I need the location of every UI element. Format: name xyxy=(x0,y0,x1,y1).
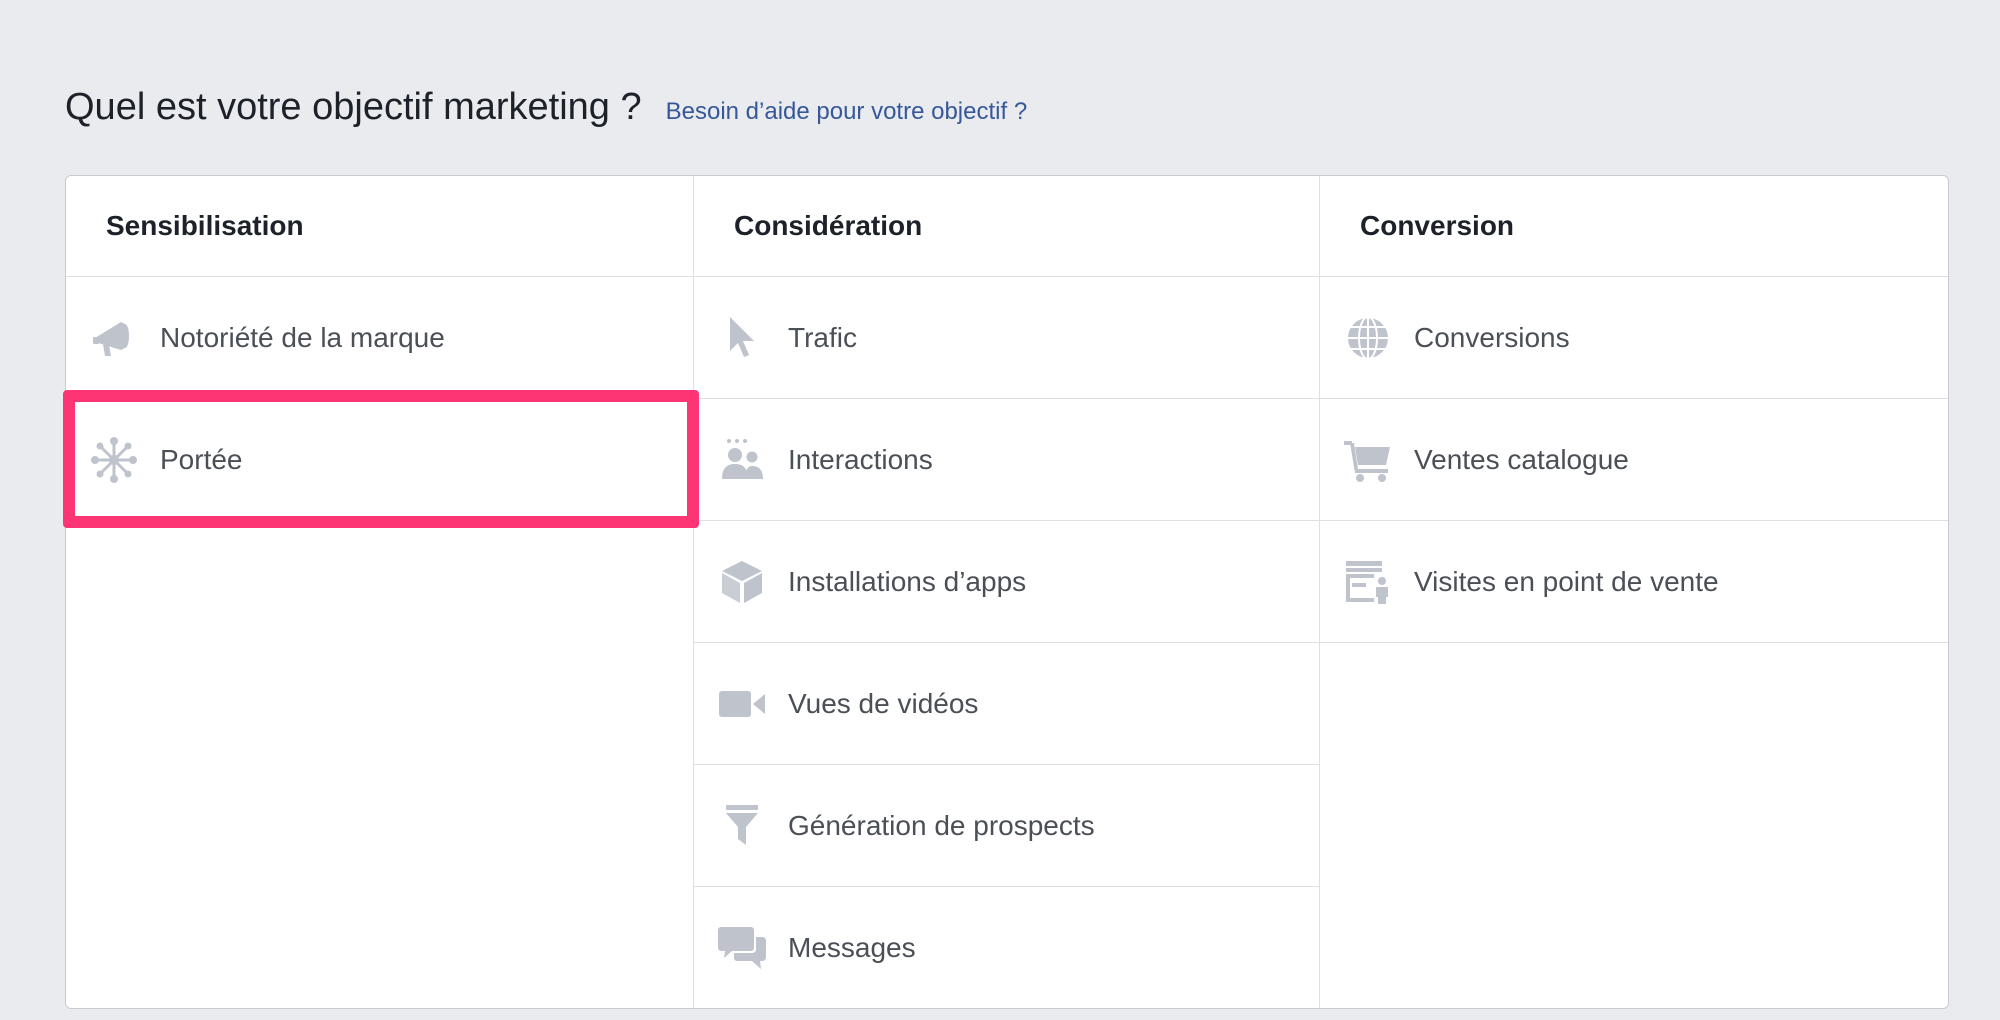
help-link[interactable]: Besoin d’aide pour votre objectif ? xyxy=(666,98,1028,126)
objective-conversions[interactable]: Conversions xyxy=(1320,277,1948,399)
store-icon xyxy=(1344,558,1392,606)
objective-messages[interactable]: Messages xyxy=(694,887,1319,1008)
people-icon xyxy=(718,436,766,484)
column-consideration: Considération Trafic Interactions Instal… xyxy=(694,176,1320,1008)
page: Quel est votre objectif marketing ? Beso… xyxy=(0,0,2000,1020)
objective-label: Conversions xyxy=(1414,321,1570,353)
objective-installations-apps[interactable]: Installations d’apps xyxy=(694,521,1319,643)
column-heading: Conversion xyxy=(1320,176,1948,277)
objective-label: Installations d’apps xyxy=(788,565,1027,597)
objectives-panel: Sensibilisation Notoriété de la marque P… xyxy=(65,175,1949,1009)
chat-bubbles-icon xyxy=(718,924,766,972)
header: Quel est votre objectif marketing ? Beso… xyxy=(65,86,1027,129)
funnel-icon xyxy=(718,802,766,850)
objective-interactions[interactable]: Interactions xyxy=(694,399,1319,521)
cube-icon xyxy=(718,558,766,606)
objective-notoriete[interactable]: Notoriété de la marque xyxy=(66,277,693,399)
objective-label: Génération de prospects xyxy=(788,809,1095,841)
column-conversion: Conversion Conversions Ventes catalogue … xyxy=(1320,176,1948,1008)
objective-label: Notoriété de la marque xyxy=(160,321,445,353)
video-camera-icon xyxy=(718,680,766,728)
shopping-cart-icon xyxy=(1344,436,1392,484)
column-heading: Considération xyxy=(694,176,1319,277)
objective-label: Visites en point de vente xyxy=(1414,565,1719,597)
objective-ventes-catalogue[interactable]: Ventes catalogue xyxy=(1320,399,1948,521)
objective-label: Messages xyxy=(788,932,916,963)
objective-label: Trafic xyxy=(788,321,857,353)
page-title: Quel est votre objectif marketing ? xyxy=(65,86,642,128)
objective-generation-prospects[interactable]: Génération de prospects xyxy=(694,765,1319,887)
objective-label: Portée xyxy=(160,444,243,475)
column-sensibilisation: Sensibilisation Notoriété de la marque P… xyxy=(66,176,694,1008)
globe-icon xyxy=(1344,314,1392,362)
objective-vues-videos[interactable]: Vues de vidéos xyxy=(694,643,1319,765)
column-heading: Sensibilisation xyxy=(66,176,693,277)
megaphone-icon xyxy=(90,314,138,362)
objective-label: Ventes catalogue xyxy=(1414,443,1629,475)
reach-network-icon xyxy=(90,436,138,484)
objective-portee[interactable]: Portée xyxy=(66,399,693,521)
objective-visites-point-vente[interactable]: Visites en point de vente xyxy=(1320,521,1948,643)
objective-label: Interactions xyxy=(788,443,933,475)
objective-label: Vues de vidéos xyxy=(788,687,979,719)
cursor-arrow-icon xyxy=(718,314,766,362)
objective-trafic[interactable]: Trafic xyxy=(694,277,1319,399)
